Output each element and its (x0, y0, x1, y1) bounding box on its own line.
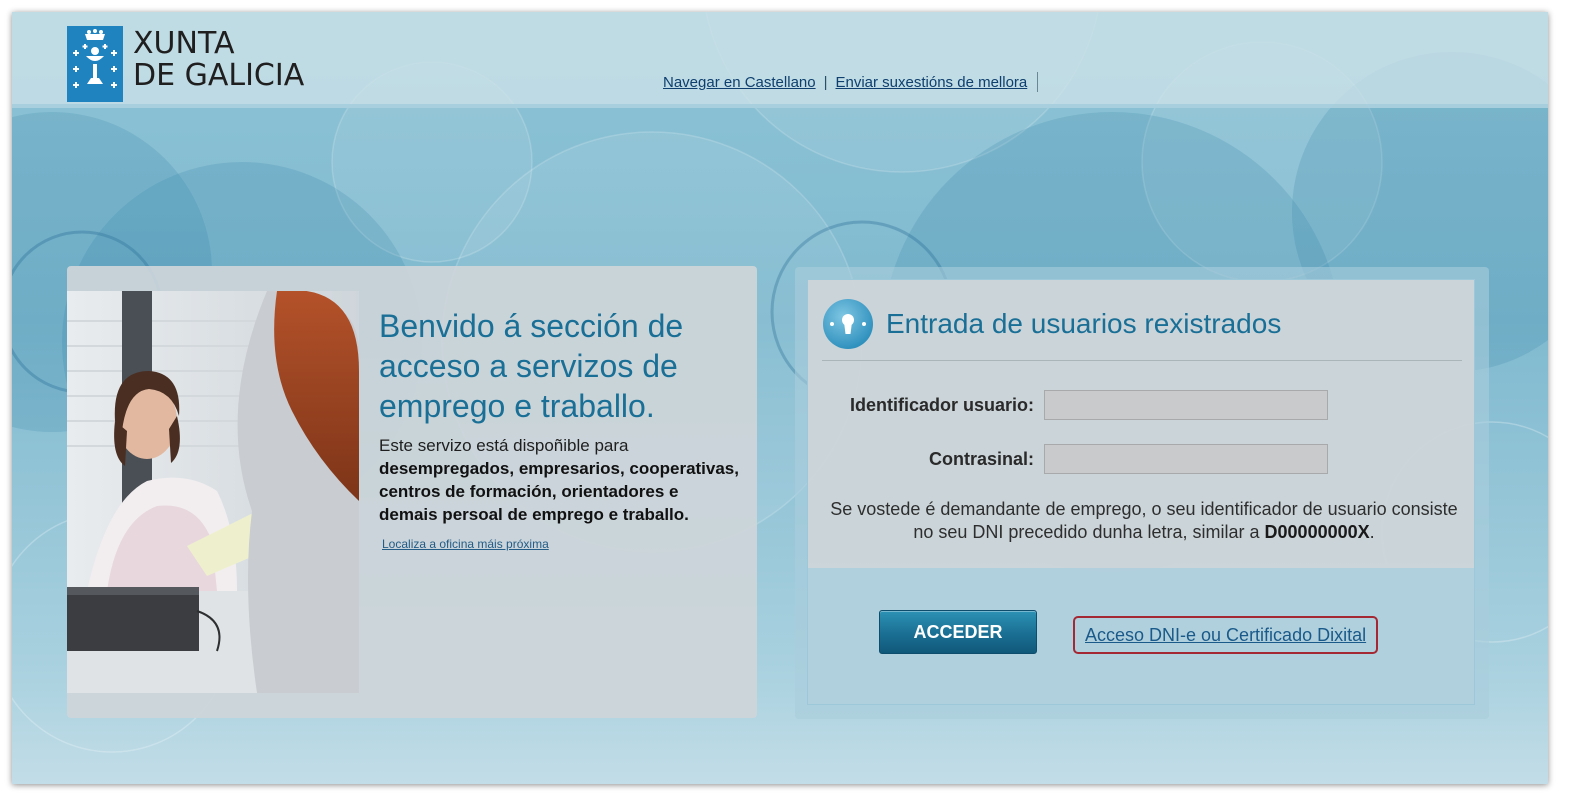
welcome-audience: desempregados, empresarios, cooperativas… (379, 459, 739, 524)
login-title: Entrada de usuarios rexistrados (886, 308, 1282, 339)
logo-wordmark: XUNTA DE GALICIA (133, 28, 304, 92)
browser-page: XUNTA DE GALICIA Navegar en Castellano |… (12, 12, 1548, 784)
welcome-title: Benvido á sección de acceso a servizos d… (379, 308, 684, 424)
site-header: XUNTA DE GALICIA Navegar en Castellano |… (12, 12, 1548, 108)
password-label: Contrasinal: (928, 448, 1034, 469)
link-separator-end (1037, 72, 1039, 92)
castellano-link[interactable]: Navegar en Castellano (663, 74, 816, 91)
welcome-text: Benvido á sección de acceso a servizos d… (379, 306, 739, 553)
keyhole-icon (823, 299, 873, 349)
user-id-input[interactable] (1044, 390, 1328, 420)
login-panel: Entrada de usuarios rexistrados Identifi… (807, 279, 1475, 705)
login-header: Entrada de usuarios rexistrados (822, 298, 1281, 350)
dni-link-highlight: Acceso DNI-e ou Certificado Dixital (1073, 616, 1379, 654)
dni-certificate-link[interactable]: Acceso DNI-e ou Certificado Dixital (1085, 625, 1366, 646)
acceder-button[interactable]: ACCEDER (879, 610, 1037, 654)
user-label: Identificador usuario: (849, 394, 1034, 415)
xunta-emblem-icon (67, 26, 123, 102)
link-separator: | (823, 73, 828, 91)
hint-suffix: . (1369, 522, 1375, 542)
password-input[interactable] (1044, 444, 1328, 474)
logo-line-1: XUNTA (133, 26, 235, 61)
welcome-panel: Benvido á sección de acceso a servizos d… (67, 266, 757, 718)
xunta-logo[interactable]: XUNTA DE GALICIA (67, 26, 327, 102)
login-panel-frame: Entrada de usuarios rexistrados Identifi… (795, 267, 1489, 719)
hint-example: D00000000X (1264, 522, 1370, 542)
welcome-intro: Este servizo está dispoñible para (379, 436, 629, 455)
office-locator-link[interactable]: Localiza a oficina máis próxima (382, 537, 549, 551)
user-field-row: Identificador usuario: (808, 390, 1328, 420)
login-divider (822, 360, 1462, 361)
welcome-photo (67, 291, 359, 693)
user-id-hint: Se vostede é demandante de emprego, o se… (824, 498, 1464, 544)
password-field-row: Contrasinal: (808, 444, 1328, 474)
suggestions-link[interactable]: Enviar suxestións de mellora (836, 74, 1028, 91)
welcome-description: Este servizo está dispoñible para desemp… (379, 434, 739, 526)
header-links: Navegar en Castellano | Enviar suxestión… (663, 72, 1039, 92)
logo-line-2: DE GALICIA (133, 58, 305, 93)
